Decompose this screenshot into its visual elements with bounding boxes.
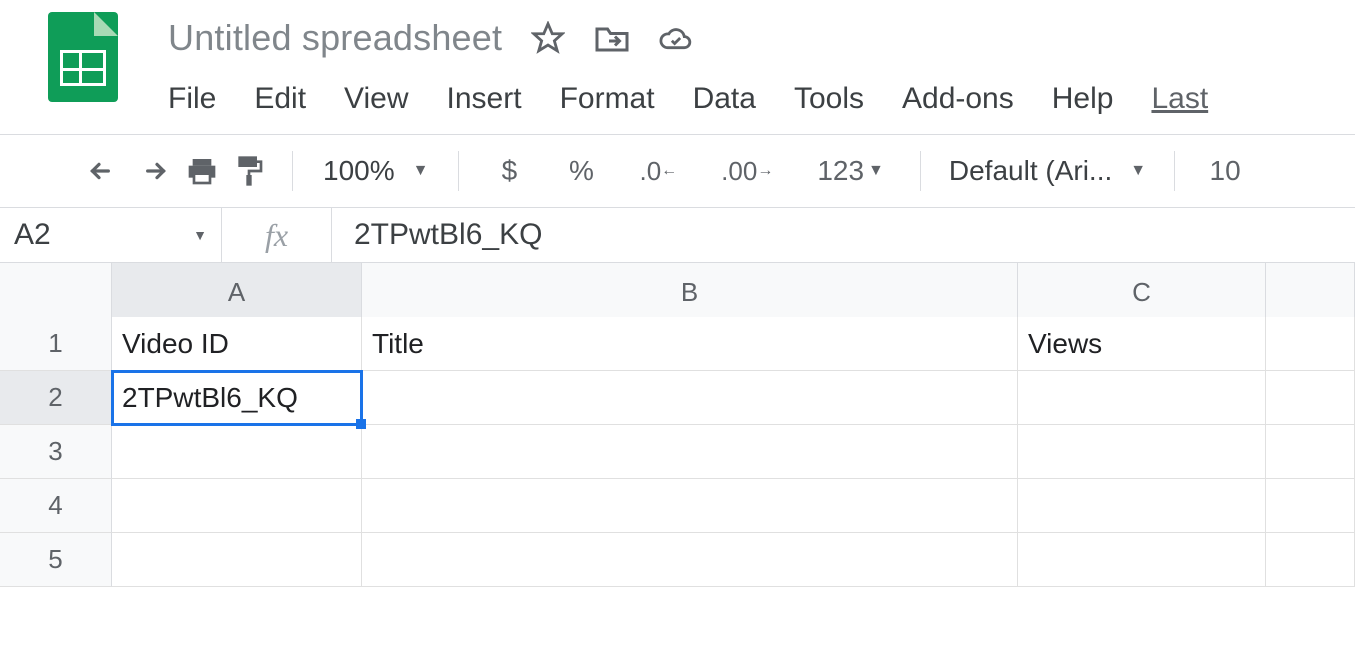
zoom-select[interactable]: 100% ▼ xyxy=(313,155,438,187)
menu-addons[interactable]: Add-ons xyxy=(902,82,1014,116)
menu-view[interactable]: View xyxy=(344,82,408,116)
cell-A4[interactable] xyxy=(112,479,362,533)
cell-C1[interactable]: Views xyxy=(1018,317,1266,371)
chevron-down-icon: ▼ xyxy=(193,227,221,243)
cell-D2[interactable] xyxy=(1266,371,1355,425)
fx-icon: fx xyxy=(222,208,332,262)
menu-help[interactable]: Help xyxy=(1052,82,1114,116)
cell-B1[interactable]: Title xyxy=(362,317,1018,371)
increase-decimal-button[interactable]: .00 → xyxy=(713,149,781,193)
format-percent-button[interactable]: % xyxy=(559,149,603,193)
cell-A2[interactable]: 2TPwtBl6_KQ xyxy=(112,371,362,425)
zoom-value: 100% xyxy=(323,155,395,187)
print-button[interactable] xyxy=(178,149,226,193)
chevron-down-icon: ▼ xyxy=(413,162,429,180)
column-header-extra[interactable] xyxy=(1266,263,1355,323)
menu-edit[interactable]: Edit xyxy=(254,82,306,116)
chevron-down-icon: ▼ xyxy=(1130,162,1146,180)
toolbar: 100% ▼ $ % .0 ← .00 → 123 ▼ Default (Ari… xyxy=(0,135,1355,207)
cell-D5[interactable] xyxy=(1266,533,1355,587)
name-box[interactable]: A2 ▼ xyxy=(0,208,222,262)
redo-button[interactable] xyxy=(128,149,178,193)
more-formats-button[interactable]: 123 ▼ xyxy=(809,149,892,193)
cell-A3[interactable] xyxy=(112,425,362,479)
row-header-1[interactable]: 1 xyxy=(0,317,112,371)
sheets-logo[interactable] xyxy=(48,12,118,102)
document-title[interactable]: Untitled spreadsheet xyxy=(168,17,502,59)
star-icon[interactable] xyxy=(530,20,566,56)
font-size-input[interactable]: 10 xyxy=(1195,149,1255,193)
arrow-left-icon: ← xyxy=(661,167,677,175)
move-to-folder-icon[interactable] xyxy=(594,20,630,56)
cell-C4[interactable] xyxy=(1018,479,1266,533)
font-family-select[interactable]: Default (Ari... ▼ xyxy=(941,155,1154,187)
menubar: File Edit View Insert Format Data Tools … xyxy=(168,82,1208,116)
name-box-value: A2 xyxy=(14,218,51,252)
cell-D4[interactable] xyxy=(1266,479,1355,533)
row-header-3[interactable]: 3 xyxy=(0,425,112,479)
cell-C5[interactable] xyxy=(1018,533,1266,587)
undo-button[interactable] xyxy=(78,149,128,193)
menu-format[interactable]: Format xyxy=(560,82,655,116)
menu-insert[interactable]: Insert xyxy=(447,82,522,116)
font-name-label: Default (Ari... xyxy=(949,155,1112,187)
cell-B4[interactable] xyxy=(362,479,1018,533)
cell-B3[interactable] xyxy=(362,425,1018,479)
paint-format-button[interactable] xyxy=(226,149,272,193)
menu-tools[interactable]: Tools xyxy=(794,82,864,116)
chevron-down-icon: ▼ xyxy=(868,162,884,180)
cloud-status-icon[interactable] xyxy=(658,20,694,56)
menu-data[interactable]: Data xyxy=(693,82,756,116)
row-header-5[interactable]: 5 xyxy=(0,533,112,587)
row-header-4[interactable]: 4 xyxy=(0,479,112,533)
column-header-C[interactable]: C xyxy=(1018,263,1266,323)
cell-C3[interactable] xyxy=(1018,425,1266,479)
cell-A5[interactable] xyxy=(112,533,362,587)
cell-B2[interactable] xyxy=(362,371,1018,425)
column-header-B[interactable]: B xyxy=(362,263,1018,323)
spreadsheet-grid: A B C 1 Video ID Title Views 2 2TPwtBl6_… xyxy=(0,263,1355,587)
cell-D1[interactable] xyxy=(1266,317,1355,371)
decrease-decimal-button[interactable]: .0 ← xyxy=(631,149,685,193)
cell-C2[interactable] xyxy=(1018,371,1266,425)
cell-A1[interactable]: Video ID xyxy=(112,317,362,371)
menu-file[interactable]: File xyxy=(168,82,216,116)
column-header-A[interactable]: A xyxy=(112,263,362,323)
menu-last-edit[interactable]: Last xyxy=(1151,82,1208,116)
row-header-2[interactable]: 2 xyxy=(0,371,112,425)
arrow-right-icon: → xyxy=(757,167,773,175)
cell-D3[interactable] xyxy=(1266,425,1355,479)
select-all-corner[interactable] xyxy=(0,263,112,323)
formula-bar-input[interactable] xyxy=(332,208,1355,262)
cell-B5[interactable] xyxy=(362,533,1018,587)
format-currency-button[interactable]: $ xyxy=(487,149,531,193)
